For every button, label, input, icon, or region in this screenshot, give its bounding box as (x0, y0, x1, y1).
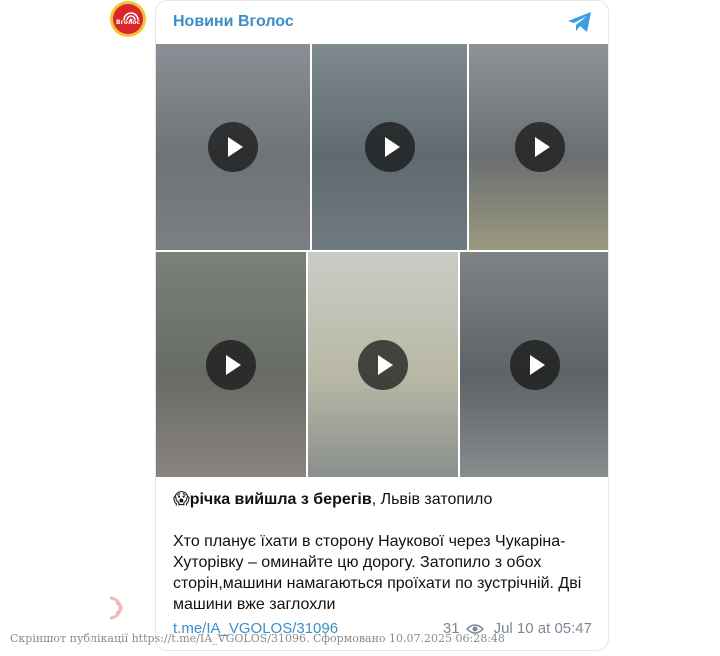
play-icon[interactable] (364, 122, 415, 172)
telegram-icon[interactable] (567, 11, 593, 33)
headline-bold: річка вийшла з берегів (189, 491, 372, 508)
avatar-logo: Вголос (113, 4, 143, 34)
post-headline: 😱річка вийшла з берегів, Львів затопило (173, 489, 598, 510)
play-icon[interactable] (206, 339, 256, 390)
watermark-signal-icon (109, 596, 123, 620)
post-card: Новини Вголос 😱річка вийшла з берегів, Л… (155, 0, 609, 651)
post-text: 😱річка вийшла з берегів, Львів затопило … (173, 489, 598, 615)
play-icon[interactable] (514, 122, 565, 172)
video-thumbnail[interactable] (312, 44, 467, 250)
video-thumbnail[interactable] (156, 44, 310, 250)
media-grid (156, 44, 608, 477)
video-thumbnail[interactable] (308, 252, 458, 477)
post-date[interactable]: Jul 10 at 05:47 (494, 620, 592, 637)
play-icon[interactable] (208, 122, 258, 172)
signal-icon (123, 12, 139, 22)
play-icon[interactable] (510, 339, 560, 390)
emoji-scream: 😱 (173, 491, 190, 508)
video-thumbnail[interactable] (469, 44, 608, 250)
video-thumbnail[interactable] (156, 252, 306, 477)
play-icon[interactable] (358, 339, 408, 390)
screenshot-caption: Скріншот публікації https://t.me/IA_VGOL… (10, 632, 505, 645)
channel-name[interactable]: Новини Вголос (173, 13, 294, 31)
video-thumbnail[interactable] (460, 252, 608, 477)
channel-avatar[interactable]: Вголос (110, 1, 146, 37)
post-body: Хто планує їхати в сторону Наукової чере… (173, 533, 582, 613)
headline-rest: , Львів затопило (371, 491, 493, 508)
